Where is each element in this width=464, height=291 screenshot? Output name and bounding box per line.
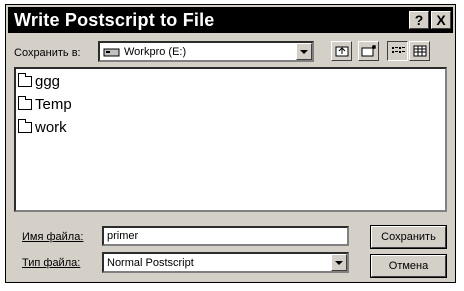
drive-icon: [103, 48, 120, 56]
chevron-down-icon: [300, 49, 308, 54]
filename-label: Имя файла:: [22, 231, 83, 243]
list-view-icon: [391, 47, 405, 53]
details-view-icon: [413, 45, 426, 57]
filetype-dropdown-button[interactable]: [331, 254, 347, 271]
dialog-title: Write Postscript to File: [14, 9, 215, 30]
write-postscript-dialog: Write Postscript to File ? X Сохранить в…: [5, 4, 456, 283]
filename-input[interactable]: primer: [102, 226, 349, 246]
save-in-combobox[interactable]: Workpro (E:): [98, 41, 314, 62]
new-folder-button[interactable]: [358, 41, 379, 61]
folder-name: work: [35, 119, 67, 136]
close-button[interactable]: X: [431, 11, 451, 29]
up-folder-icon: [335, 46, 348, 57]
folder-icon: [18, 73, 32, 87]
chevron-down-icon: [335, 260, 343, 265]
up-folder-button[interactable]: [331, 41, 352, 61]
list-item[interactable]: ggg: [18, 73, 60, 90]
list-item[interactable]: Temp: [18, 96, 72, 113]
filetype-value: Normal Postscript: [107, 256, 194, 269]
help-button[interactable]: ?: [409, 11, 429, 29]
save-in-value: Workpro (E:): [124, 45, 187, 58]
filetype-label: Тип файла:: [22, 257, 80, 269]
title-bar[interactable]: Write Postscript to File ? X: [8, 7, 453, 33]
details-view-button[interactable]: [409, 41, 430, 61]
folder-name: Temp: [35, 96, 72, 113]
list-view-button[interactable]: [387, 41, 408, 61]
cancel-button[interactable]: Отмена: [370, 254, 447, 278]
new-folder-icon: [361, 45, 376, 57]
list-item[interactable]: work: [18, 119, 67, 136]
file-list[interactable]: ggg Temp work: [14, 67, 447, 212]
save-in-label: Сохранить в:: [14, 47, 81, 59]
filename-label-text: Имя файла:: [22, 231, 84, 243]
folder-icon: [18, 96, 32, 110]
save-button[interactable]: Сохранить: [370, 225, 447, 249]
filetype-select[interactable]: Normal Postscript: [102, 252, 349, 273]
save-in-dropdown-button[interactable]: [296, 43, 312, 60]
filetype-label-text: Тип файла:: [22, 257, 81, 269]
folder-name: ggg: [35, 73, 61, 90]
folder-icon: [18, 119, 32, 133]
